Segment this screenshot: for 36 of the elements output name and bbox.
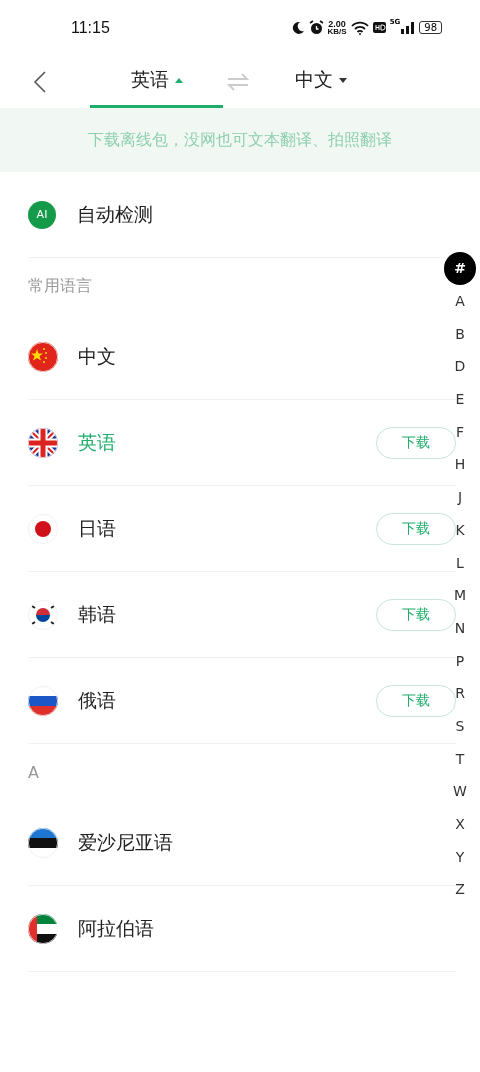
index-letter[interactable]: W [444,775,476,808]
index-letter[interactable]: # [444,252,476,285]
index-letter[interactable]: L [444,546,476,579]
flag-icon [28,685,58,716]
flag-icon [28,827,58,858]
index-letter[interactable]: A [444,284,476,318]
index-letter[interactable]: T [444,742,476,775]
index-letter[interactable]: P [444,644,476,677]
caret-icon [174,77,183,83]
flag-icon [28,913,58,944]
back-icon[interactable] [33,69,47,94]
section-header: A [28,762,39,782]
caret-icon [338,77,347,83]
alarm-icon [308,20,324,35]
wifi-icon [350,20,369,35]
network-speed: 2.00 KB/S [327,19,347,36]
flag-icon [28,513,58,544]
index-letter[interactable]: E [444,382,476,416]
battery-indicator: 98 [419,21,442,34]
language-name[interactable]: 阿拉伯语 [78,915,456,942]
section-header: 常用语言 [28,275,92,297]
index-letter[interactable]: Z [444,873,476,906]
language-tab[interactable]: 中文 [254,55,387,108]
status-time: 11:15 [71,18,110,37]
language-name[interactable]: 俄语 [78,687,376,714]
signal-icon [401,21,416,34]
flag-icon [28,341,58,372]
flag-icon [28,599,58,630]
moon-icon [290,20,305,35]
hd-icon [372,22,386,33]
language-name[interactable]: 日语 [78,515,376,542]
language-name[interactable]: 自动检测 [77,201,456,228]
index-letter[interactable]: J [444,480,476,514]
language-name[interactable]: 韩语 [78,601,376,628]
flag-icon [28,427,58,458]
ai-badge: AI [28,200,56,229]
